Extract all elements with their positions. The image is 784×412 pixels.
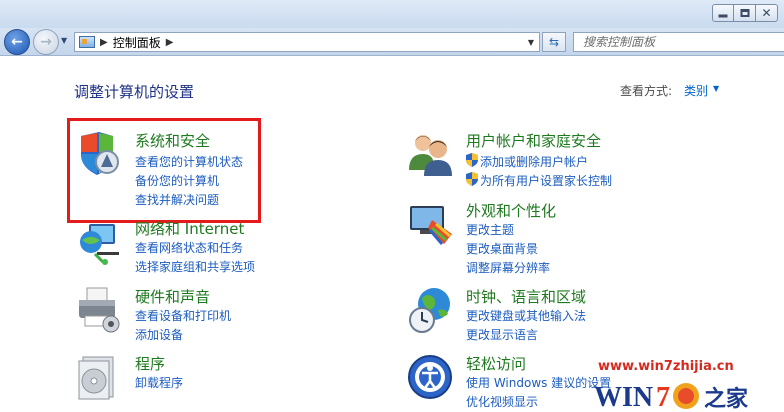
link-optimize-display[interactable]: 优化视频显示 xyxy=(466,393,538,410)
watermark-url: www.win7zhijia.cn xyxy=(598,359,734,374)
control-panel-icon xyxy=(79,36,95,48)
link-change-theme[interactable]: 更改主题 xyxy=(466,221,514,238)
search-input[interactable]: 搜索控制面板 xyxy=(573,32,784,52)
svg-text:WIN: WIN xyxy=(594,382,653,412)
programs-icon[interactable] xyxy=(75,353,123,401)
category-title[interactable]: 时钟、语言和区域 xyxy=(466,286,586,307)
link-keyboard-input[interactable]: 更改键盘或其他输入法 xyxy=(466,307,586,324)
highlight-box xyxy=(67,118,261,223)
address-bar[interactable]: ▶ 控制面板 ▶ ▼ xyxy=(74,32,540,52)
view-by-dropdown[interactable]: 类别 xyxy=(684,82,708,99)
control-panel-content: 调整计算机的设置 查看方式: 类别 ▼ 系统和安全 查看您的计算机状态 备份您的… xyxy=(0,57,784,412)
link-homegroup[interactable]: 选择家庭组和共享选项 xyxy=(135,258,255,275)
uac-shield-icon xyxy=(466,153,478,167)
category-title[interactable]: 硬件和声音 xyxy=(135,286,210,307)
close-button[interactable]: ✕ xyxy=(756,4,778,22)
link-parental-controls[interactable]: 为所有用户设置家长控制 xyxy=(480,172,612,189)
forward-button[interactable]: → xyxy=(33,29,59,55)
category-title[interactable]: 用户帐户和家庭安全 xyxy=(466,130,601,151)
link-network-status[interactable]: 查看网络状态和任务 xyxy=(135,239,243,256)
maximize-button[interactable] xyxy=(734,4,756,22)
category-title[interactable]: 程序 xyxy=(135,353,165,374)
navigation-bar: ← → ▼ ▶ 控制面板 ▶ ▼ ⇆ 搜索控制面板 xyxy=(0,28,784,56)
back-arrow-icon: ← xyxy=(11,34,23,50)
page-title: 调整计算机的设置 xyxy=(74,83,195,101)
refresh-icon: ⇆ xyxy=(548,35,560,49)
link-screen-resolution[interactable]: 调整屏幕分辨率 xyxy=(466,259,550,276)
maximize-icon xyxy=(740,9,749,17)
clock-globe-icon[interactable] xyxy=(406,286,454,334)
link-desktop-background[interactable]: 更改桌面背景 xyxy=(466,240,538,257)
link-add-remove-accounts[interactable]: 添加或删除用户帐户 xyxy=(480,153,588,170)
view-by-chevron-icon[interactable]: ▼ xyxy=(713,84,719,93)
printer-icon[interactable] xyxy=(75,286,123,334)
svg-text:之家: 之家 xyxy=(704,386,749,412)
minimize-icon xyxy=(718,14,728,18)
close-icon: ✕ xyxy=(761,6,772,20)
breadcrumb-chevron-icon[interactable]: ▶ xyxy=(100,37,108,48)
back-button[interactable]: ← xyxy=(4,29,30,55)
refresh-button[interactable]: ⇆ xyxy=(542,32,566,52)
window-controls: ✕ xyxy=(712,4,778,22)
ease-of-access-icon[interactable] xyxy=(406,353,454,401)
win7-logo-watermark: WIN 7 之家 xyxy=(594,382,749,412)
link-add-device[interactable]: 添加设备 xyxy=(135,326,183,343)
category-title[interactable]: 轻松访问 xyxy=(466,353,526,374)
view-by-label: 查看方式: xyxy=(620,84,673,98)
link-display-language[interactable]: 更改显示语言 xyxy=(466,326,538,343)
link-devices-printers[interactable]: 查看设备和打印机 xyxy=(135,307,231,324)
uac-shield-icon xyxy=(466,172,478,186)
category-title[interactable]: 网络和 Internet xyxy=(135,218,244,239)
forward-arrow-icon: → xyxy=(40,34,52,50)
address-dropdown-button[interactable]: ▼ xyxy=(524,34,538,50)
category-title[interactable]: 外观和个性化 xyxy=(466,200,556,221)
appearance-icon[interactable] xyxy=(406,200,454,248)
title-bar: ✕ xyxy=(0,0,784,28)
breadcrumb-chevron-icon[interactable]: ▶ xyxy=(166,37,174,48)
link-uninstall[interactable]: 卸载程序 xyxy=(135,374,183,391)
users-icon[interactable] xyxy=(406,130,454,178)
recent-pages-dropdown[interactable]: ▼ xyxy=(61,36,67,45)
network-icon[interactable] xyxy=(75,218,123,266)
minimize-button[interactable] xyxy=(712,4,734,22)
svg-text:7: 7 xyxy=(656,382,670,412)
breadcrumb-control-panel[interactable]: 控制面板 xyxy=(113,34,161,51)
